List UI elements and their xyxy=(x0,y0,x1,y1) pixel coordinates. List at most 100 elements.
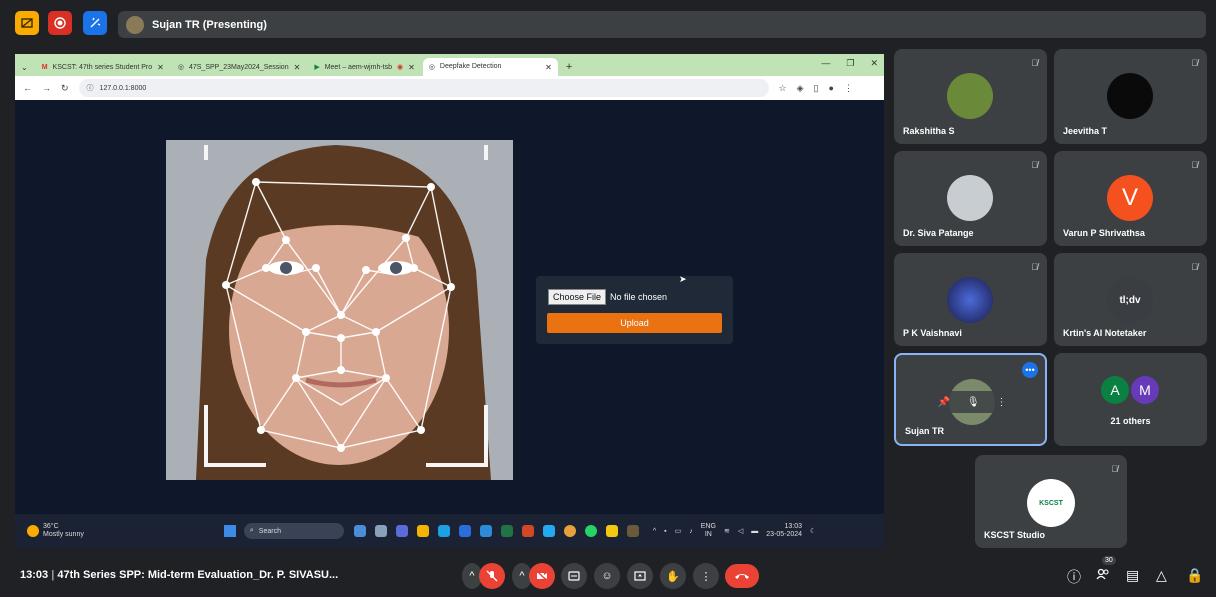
tldv-logo: tl;dv xyxy=(1107,277,1153,323)
presenting-label: Sujan TR (Presenting) xyxy=(152,18,267,31)
mic-off-button[interactable] xyxy=(479,563,505,589)
tray-icon[interactable]: ▭ xyxy=(675,527,682,535)
file-status-text: No file chosen xyxy=(610,291,668,302)
people-icon[interactable] xyxy=(1096,567,1110,584)
participant-tile[interactable]: 🎙̸ V Varun P Shrivathsa xyxy=(1054,151,1207,246)
record-icon[interactable] xyxy=(48,11,72,35)
back-icon[interactable]: ← xyxy=(23,83,32,93)
battery-icon[interactable]: ▬ xyxy=(751,528,758,535)
chrome-icon[interactable] xyxy=(563,525,576,537)
participant-name: Jeevitha T xyxy=(1063,126,1108,136)
close-tab-icon[interactable]: ✕ xyxy=(294,63,301,72)
app-icon[interactable] xyxy=(458,525,471,537)
vscode-icon[interactable] xyxy=(542,525,555,537)
close-tab-icon[interactable]: ✕ xyxy=(545,63,552,72)
tab-search-icon[interactable]: ⌄ xyxy=(19,63,34,76)
reload-icon[interactable]: ↻ xyxy=(61,83,69,94)
app-icon[interactable] xyxy=(395,525,408,537)
app-icon[interactable] xyxy=(521,525,534,537)
windows-taskbar: 36°C Mostly sunny ⌕ Search ^ ▪ ▭ ♪ ENG I… xyxy=(15,514,884,548)
effects-icon[interactable] xyxy=(83,11,107,35)
browser-tab-meet[interactable]: ▶ Meet – aem-wjmh-tsb ◉ ✕ xyxy=(308,58,421,76)
site-info-icon[interactable]: ⓘ xyxy=(87,83,94,93)
leave-call-button[interactable] xyxy=(725,564,759,588)
close-tab-icon[interactable]: ✕ xyxy=(157,63,164,72)
camera-off-button[interactable] xyxy=(529,563,555,589)
volume-icon[interactable]: ◁ xyxy=(738,527,743,535)
pin-icon[interactable]: 📌 xyxy=(937,397,949,408)
others-count: 21 others xyxy=(1110,416,1151,426)
restore-icon[interactable]: ❐ xyxy=(846,58,854,69)
profile-icon[interactable]: ● xyxy=(829,83,834,93)
wifi-icon[interactable]: ≋ xyxy=(724,527,730,535)
host-controls-icon[interactable]: 🔒 xyxy=(1186,567,1203,584)
address-bar-row: ← → ↻ ⓘ 127.0.0.1:8000 ☆ ◈ ▯ ● ⋮ xyxy=(15,76,884,100)
app-icon[interactable] xyxy=(353,525,366,537)
taskbar-search[interactable]: ⌕ Search xyxy=(243,523,344,539)
avatar: M xyxy=(1131,376,1159,404)
mute-participant-icon[interactable]: 🎙 xyxy=(967,397,980,408)
more-options-button[interactable]: ⋮ xyxy=(693,563,719,589)
weather-widget[interactable]: 36°C Mostly sunny xyxy=(43,523,84,539)
tray-icon[interactable]: ▪ xyxy=(664,528,666,535)
edge-icon[interactable] xyxy=(437,525,450,537)
app-icon[interactable] xyxy=(479,525,492,537)
file-picker[interactable]: Choose File No file chosen xyxy=(548,288,667,305)
mic-icon[interactable]: ♪ xyxy=(689,528,693,535)
tray-chevron-icon[interactable]: ^ xyxy=(653,528,656,535)
excel-icon[interactable] xyxy=(500,525,513,537)
emoji-button[interactable]: ☺ xyxy=(594,563,620,589)
app-icon[interactable] xyxy=(626,525,639,537)
presenter-avatar xyxy=(126,15,144,34)
raise-hand-button[interactable]: ✋ xyxy=(660,563,686,589)
avatar xyxy=(947,73,993,119)
stop-presenting-icon[interactable] xyxy=(15,11,39,35)
participant-tile[interactable]: 🎙̸ Jeevitha T xyxy=(1054,49,1207,144)
browser-tab-deepfake[interactable]: ◎ Deepfake Detection ✕ xyxy=(422,58,558,76)
minimize-icon[interactable]: — xyxy=(821,58,830,69)
kebab-icon[interactable]: ⋮ xyxy=(997,397,1007,408)
meeting-details-icon[interactable]: ⓘ xyxy=(1067,567,1081,587)
powerbi-icon[interactable] xyxy=(605,525,618,537)
browser-tab-session[interactable]: ◎ 47S_SPP_23May2024_Session ✕ xyxy=(172,58,306,76)
meet-control-bar: 13:03 | 47th Series SPP: Mid-term Evalua… xyxy=(0,556,1216,597)
more-options-icon[interactable]: ••• xyxy=(1022,362,1038,378)
chat-icon[interactable]: ▤ xyxy=(1126,567,1139,584)
participant-name: Varun P Shrivathsa xyxy=(1063,228,1145,238)
menu-kebab-icon[interactable]: ⋮ xyxy=(844,83,853,94)
present-screen-button[interactable] xyxy=(627,563,653,589)
forward-icon[interactable]: → xyxy=(42,83,51,93)
sidepanel-icon[interactable]: ▯ xyxy=(814,83,819,94)
activities-icon[interactable]: △ xyxy=(1156,567,1167,584)
globe-icon: ◎ xyxy=(428,64,435,71)
url-field[interactable]: ⓘ 127.0.0.1:8000 xyxy=(78,79,769,97)
whatsapp-icon[interactable] xyxy=(584,525,597,537)
new-tab-icon[interactable]: + xyxy=(560,61,578,76)
captions-button[interactable] xyxy=(561,563,587,589)
others-tile[interactable]: A M 21 others xyxy=(1054,353,1207,446)
bookmark-star-icon[interactable]: ☆ xyxy=(779,83,787,94)
meeting-info: 13:03 | 47th Series SPP: Mid-term Evalua… xyxy=(20,569,339,581)
avatar xyxy=(947,277,993,323)
notification-icon[interactable]: ☾ xyxy=(810,527,816,535)
participant-tile[interactable]: 🎙̸ P K Vaishnavi xyxy=(894,253,1047,346)
choose-file-button[interactable]: Choose File xyxy=(548,288,607,305)
participant-tile[interactable]: 🎙̸ KSCST KSCST Studio xyxy=(975,455,1127,548)
windows-start-icon[interactable] xyxy=(223,525,236,537)
browser-tab-kscst[interactable]: M KSCST: 47th series Student Pro ✕ xyxy=(36,58,170,76)
top-bar: Sujan TR (Presenting) xyxy=(0,0,1216,44)
extension-icon[interactable]: ◈ xyxy=(797,83,804,94)
close-window-icon[interactable]: ✕ xyxy=(870,58,878,69)
participant-tile[interactable]: 🎙̸ tl;dv Krtin's AI Notetaker xyxy=(1054,253,1207,346)
participant-tile-active[interactable]: ••• 📌 🎙 ⋮ Sujan TR xyxy=(894,353,1047,446)
app-icon[interactable] xyxy=(374,525,387,537)
avatar: A xyxy=(1101,376,1129,404)
upload-button[interactable]: Upload xyxy=(547,313,722,333)
clock[interactable]: 13:03 23-05-2024 xyxy=(766,523,802,539)
file-explorer-icon[interactable] xyxy=(416,525,429,537)
participant-tile[interactable]: 🎙̸ Dr. Siva Patange xyxy=(894,151,1047,246)
language-indicator[interactable]: ENG IN xyxy=(701,523,716,539)
participant-tile[interactable]: 🎙̸ Rakshitha S xyxy=(894,49,1047,144)
participant-name: Rakshitha S xyxy=(903,126,955,136)
close-tab-icon[interactable]: ✕ xyxy=(408,63,415,72)
